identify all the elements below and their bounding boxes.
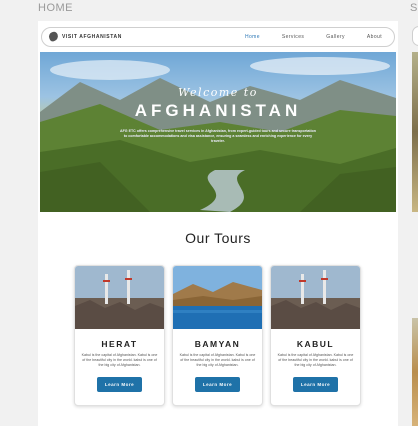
home-frame: VISIT AFGHANISTAN Home Services Gallery … <box>38 21 398 426</box>
learn-more-button[interactable]: Learn More <box>97 377 142 392</box>
bamyan-image <box>173 266 262 329</box>
next-frame-label: S <box>410 2 418 14</box>
hero-description: AFG ETC offers comprehensive travel serv… <box>120 129 316 143</box>
navbar: VISIT AFGHANISTAN Home Services Gallery … <box>41 27 395 47</box>
tours-heading: Our Tours <box>185 230 251 246</box>
hero-banner: Welcome to AFGHANISTAN AFG ETC offers co… <box>40 52 396 212</box>
tour-name: BAMYAN <box>194 339 241 349</box>
tour-card-bamyan: BAMYAN Kabul is the capital of Afghanist… <box>172 265 263 406</box>
hero-title: AFGHANISTAN <box>134 101 302 120</box>
nav-link-home[interactable]: Home <box>245 34 260 40</box>
tour-name: HERAT <box>101 339 138 349</box>
learn-more-button[interactable]: Learn More <box>195 377 240 392</box>
tour-description: Kabul is the capital of Afghanistan. Kab… <box>277 353 354 367</box>
tour-card-herat: HERAT Kabul is the capital of Afghanista… <box>74 265 165 406</box>
brand-name: VISIT AFGHANISTAN <box>62 33 122 40</box>
nav-links: Home Services Gallery About <box>245 34 382 40</box>
tour-description: Kabul is the capital of Afghanistan. Kab… <box>81 353 158 367</box>
kabul-image <box>271 266 360 329</box>
tour-description: Kabul is the capital of Afghanistan. Kab… <box>179 353 256 367</box>
map-logo-icon <box>47 30 60 43</box>
hero-welcome: Welcome to <box>178 86 258 99</box>
nav-link-gallery[interactable]: Gallery <box>326 34 345 40</box>
tour-name: KABUL <box>296 339 335 349</box>
next-frame-image <box>412 318 418 426</box>
brand[interactable]: VISIT AFGHANISTAN <box>47 30 122 43</box>
frame-label: HOME <box>38 2 73 14</box>
tour-card-kabul: KABUL Kabul is the capital of Afghanista… <box>270 265 361 406</box>
nav-link-services[interactable]: Services <box>282 34 304 40</box>
next-frame-image <box>412 52 418 212</box>
learn-more-button[interactable]: Learn More <box>293 377 338 392</box>
nav-link-about[interactable]: About <box>367 34 382 40</box>
herat-image <box>75 266 164 329</box>
next-frame-navbar <box>412 26 418 46</box>
